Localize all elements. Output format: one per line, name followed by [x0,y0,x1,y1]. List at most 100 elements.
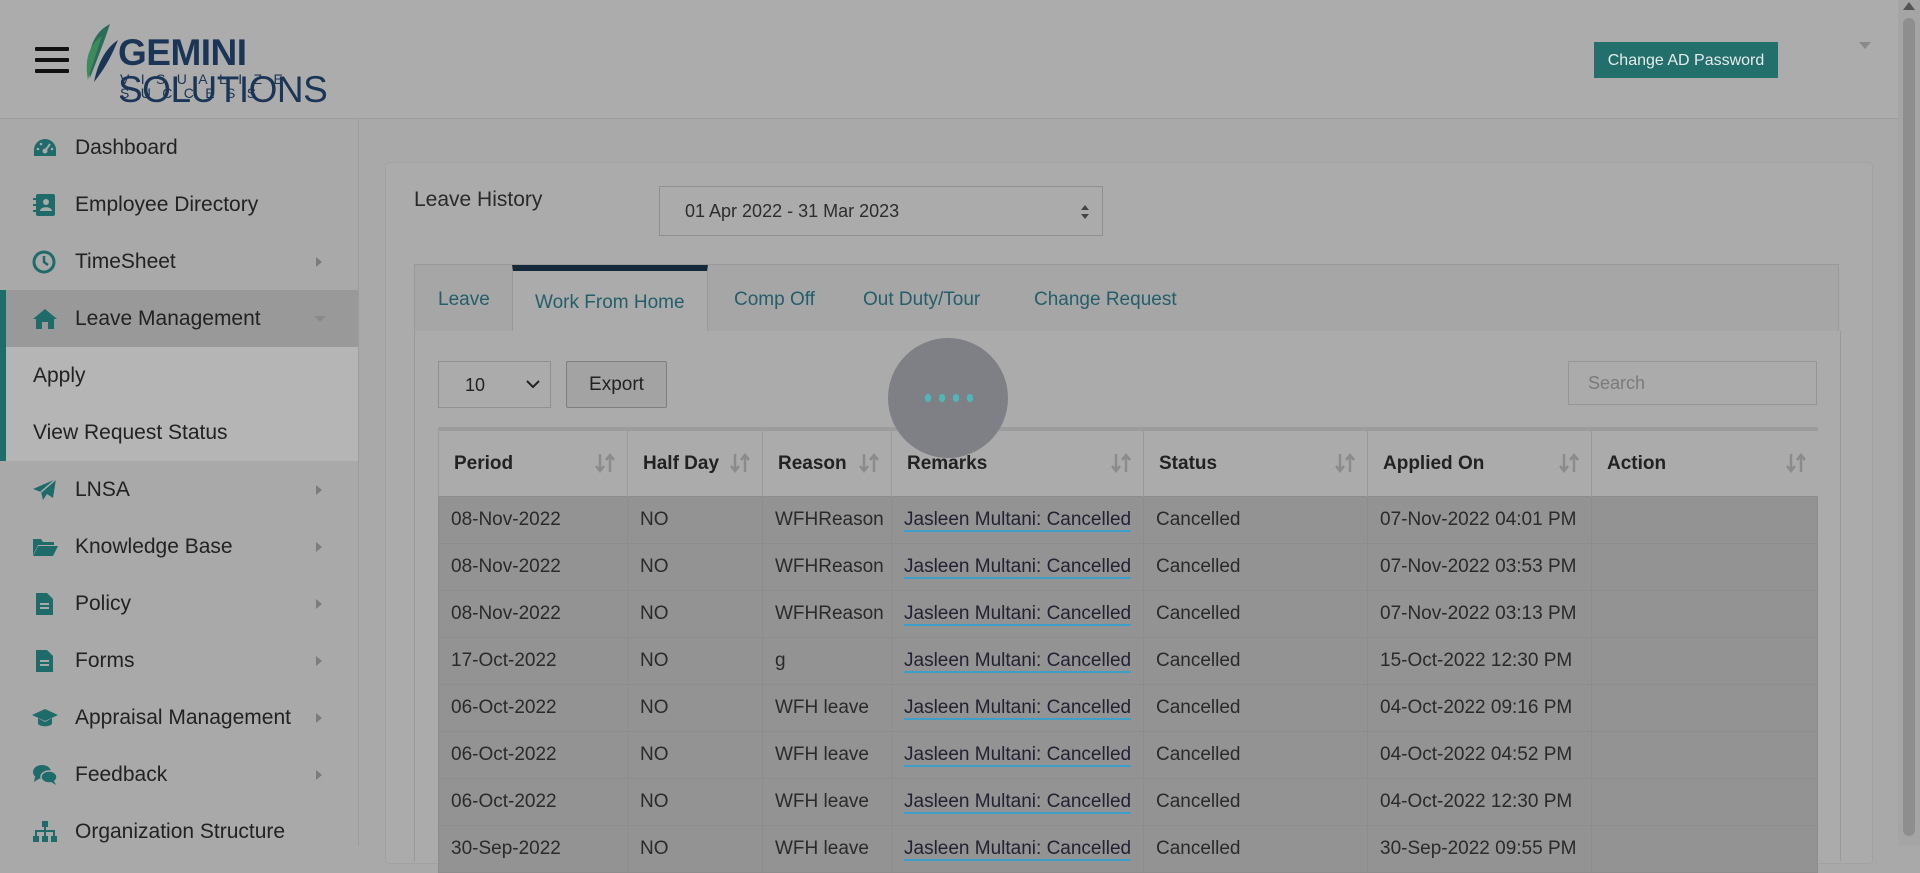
cell-half-day: NO [627,637,763,685]
spinner-dot [967,394,973,402]
sidebar-item-leave-management[interactable]: Leave Management [0,290,358,347]
cell-reason: WFH leave [762,825,892,873]
chevron-right-icon [316,770,322,780]
company-logo[interactable]: GEMINI SOLUTIONS VISUALIZE SUCCESS [80,22,430,108]
submenu-item-view-request-status[interactable]: View Request Status [6,404,358,461]
cell-half-day: NO [627,684,763,732]
cell-action [1591,731,1818,779]
submenu-item-apply[interactable]: Apply [6,347,358,404]
column-header-half-day[interactable]: Half Day [627,427,763,497]
sidebar-item-label: Employee Directory [75,192,259,216]
sidebar-item-lnsa[interactable]: LNSA [0,461,358,518]
cell-status: Cancelled [1143,496,1368,544]
column-header-applied-on[interactable]: Applied On [1367,427,1592,497]
cell-remarks: Jasleen Multani: Cancelled [891,684,1144,732]
leaf-logo-icon [86,24,118,82]
spinner-dot [953,394,959,402]
sidebar-item-label: Appraisal Management [75,705,291,729]
sidebar-item-label: Dashboard [75,135,178,159]
cell-half-day: NO [627,590,763,638]
chevron-down-icon [526,380,540,389]
search-input[interactable] [1568,361,1817,405]
remarks-link[interactable]: Jasleen Multani: Cancelled [904,838,1132,861]
column-header-action[interactable]: Action [1591,427,1818,497]
cell-remarks: Jasleen Multani: Cancelled [891,590,1144,638]
sidebar-item-knowledge-base[interactable]: Knowledge Base [0,518,358,575]
cell-remarks: Jasleen Multani: Cancelled [891,543,1144,591]
cell-status: Cancelled [1143,731,1368,779]
sidebar-item-appraisal-management[interactable]: Appraisal Management [0,689,358,746]
spinner-dot [939,394,945,402]
sort-icon [1559,452,1579,474]
cell-action [1591,590,1818,638]
cell-period: 06-Oct-2022 [438,684,628,732]
column-header-status[interactable]: Status [1143,427,1368,497]
cell-half-day: NO [627,496,763,544]
remarks-link[interactable]: Jasleen Multani: Cancelled [904,509,1132,532]
cell-reason: WFHReason [762,543,892,591]
sidebar-item-feedback[interactable]: Feedback [0,746,358,803]
financial-year-value: 01 Apr 2022 - 31 Mar 2023 [685,201,900,221]
cell-action [1591,543,1818,591]
chevron-right-icon [316,485,322,495]
cell-status: Cancelled [1143,637,1368,685]
sidebar-item-organization-structure[interactable]: Organization Structure [0,803,358,860]
org-chart-icon [33,821,57,842]
remarks-link[interactable]: Jasleen Multani: Cancelled [904,744,1132,767]
cell-applied-on: 07-Nov-2022 04:01 PM [1367,496,1592,544]
tab-change-request[interactable]: Change Request [1034,265,1177,331]
sidebar-item-forms[interactable]: Forms [0,632,358,689]
page-scrollbar[interactable] [1898,0,1920,846]
chevron-down-icon [314,316,326,322]
tab-comp-off[interactable]: Comp Off [734,265,815,331]
cell-half-day: NO [627,731,763,779]
column-header-period[interactable]: Period [438,427,628,497]
cell-period: 30-Sep-2022 [438,825,628,873]
remarks-link[interactable]: Jasleen Multani: Cancelled [904,650,1132,673]
sidebar-item-dashboard[interactable]: Dashboard [0,119,358,176]
remarks-link[interactable]: Jasleen Multani: Cancelled [904,603,1132,626]
column-header-reason[interactable]: Reason [762,427,892,497]
chat-bubbles-icon [33,765,58,785]
hamburger-menu-icon[interactable] [35,47,69,77]
tab-out-duty-tour[interactable]: Out Duty/Tour [863,265,980,331]
scrollbar-thumb[interactable] [1903,18,1915,836]
page-length-select[interactable]: 10 [438,361,551,408]
table-row: 30-Sep-2022 NO WFH leave Jasleen Multani… [438,825,1818,873]
table-row: 08-Nov-2022 NO WFHReason Jasleen Multani… [438,590,1818,638]
change-ad-password-button[interactable]: Change AD Password [1594,42,1778,78]
remarks-link[interactable]: Jasleen Multani: Cancelled [904,556,1132,579]
loading-spinner [888,338,1008,458]
financial-year-select[interactable]: 01 Apr 2022 - 31 Mar 2023 [659,186,1103,236]
cell-status: Cancelled [1143,684,1368,732]
clock-icon [32,250,56,274]
export-button[interactable]: Export [566,361,667,408]
sidebar-item-label: Organization Structure [75,819,286,843]
sidebar-item-timesheet[interactable]: TimeSheet [0,233,358,290]
cell-action [1591,825,1818,873]
folder-open-icon [33,539,58,556]
user-menu-caret-icon[interactable] [1859,40,1871,50]
cell-period: 06-Oct-2022 [438,778,628,826]
cell-half-day: NO [627,543,763,591]
cell-applied-on: 07-Nov-2022 03:53 PM [1367,543,1592,591]
cell-applied-on: 04-Oct-2022 04:52 PM [1367,731,1592,779]
sidebar-item-policy[interactable]: Policy [0,575,358,632]
page-title: Leave History [414,188,543,211]
remarks-link[interactable]: Jasleen Multani: Cancelled [904,791,1132,814]
sidebar-item-employee-directory[interactable]: Employee Directory [0,176,358,233]
sort-icon [730,452,750,474]
table-row: 06-Oct-2022 NO WFH leave Jasleen Multani… [438,731,1818,779]
sidebar-item-label: Leave Management [75,306,261,330]
cell-reason: g [762,637,892,685]
cell-remarks: Jasleen Multani: Cancelled [891,731,1144,779]
document-icon [36,593,53,615]
scroll-up-icon[interactable] [1903,2,1915,10]
tab-work-from-home[interactable]: Work From Home [512,265,708,333]
sort-icon [859,452,879,474]
remarks-link[interactable]: Jasleen Multani: Cancelled [904,697,1132,720]
sidebar-item-label: Forms [75,648,135,672]
wfh-history-table: Period Half Day Reason Remarks Status Ap… [438,427,1818,873]
tab-leave[interactable]: Leave [438,265,490,331]
table-row: 08-Nov-2022 NO WFHReason Jasleen Multani… [438,543,1818,591]
